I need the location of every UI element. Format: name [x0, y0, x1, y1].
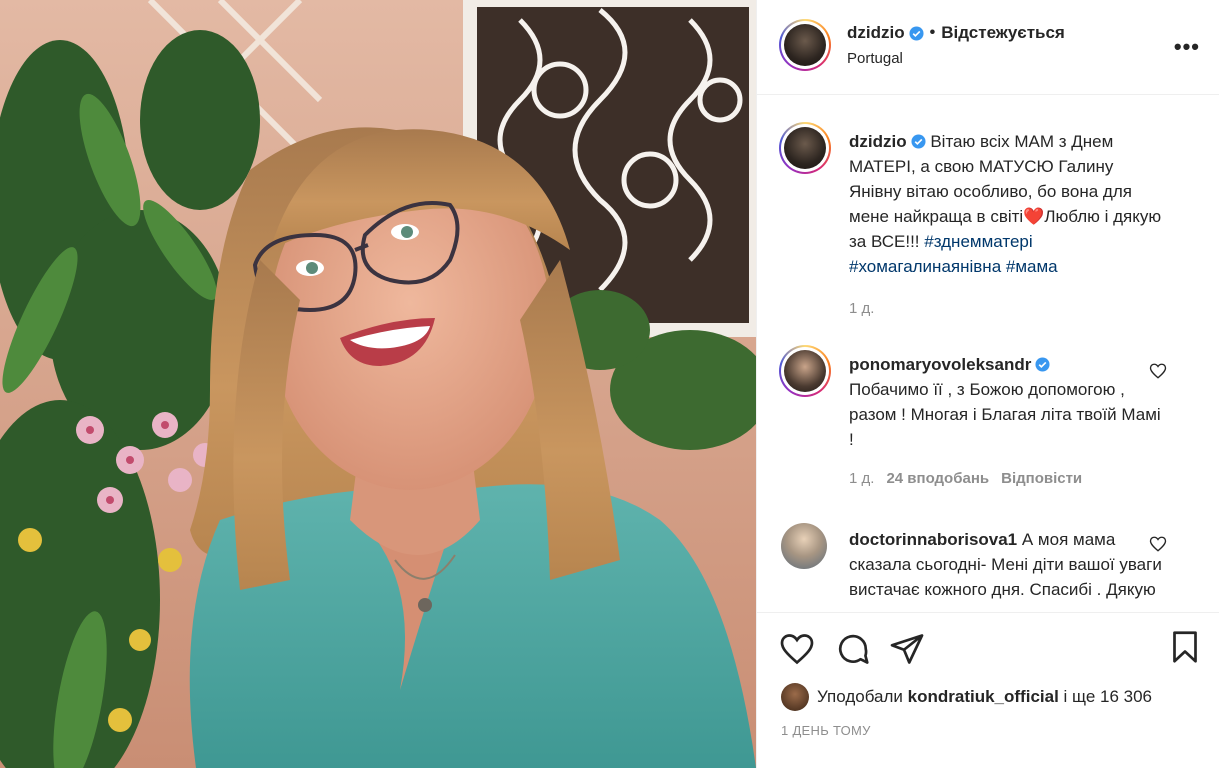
liker-avatar[interactable] — [781, 683, 809, 711]
post-date[interactable]: 1 ДЕНЬ ТОМУ — [781, 723, 871, 738]
like-heart-icon[interactable] — [779, 631, 815, 667]
comment-text: ponomaryovoleksandr Побачимо її , з Божо… — [849, 352, 1169, 452]
author-avatar[interactable] — [779, 19, 831, 71]
comments-list: dzidzio Вітаю всіх МАМ з Днем МАТЕРІ, а … — [757, 95, 1219, 612]
caption-avatar[interactable] — [779, 122, 831, 174]
likes-summary: Уподобали kondratiuk_official і ще 16 30… — [781, 683, 1152, 711]
header-title-row: dzidzio • Відстежується — [847, 23, 1065, 43]
liker-username[interactable]: kondratiuk_official — [908, 687, 1059, 707]
author-username[interactable]: dzidzio — [847, 23, 905, 43]
comment-time[interactable]: 1 д. — [849, 470, 874, 487]
post-side-panel: dzidzio • Відстежується Portugal ••• dzi… — [756, 0, 1219, 768]
more-icon[interactable]: ••• — [1174, 34, 1200, 60]
hashtag-link[interactable]: #зднемматері — [924, 232, 1032, 251]
commenter-avatar[interactable] — [779, 345, 831, 397]
verified-icon — [909, 25, 924, 41]
comment-likes[interactable]: 24 вподобань — [886, 470, 989, 487]
caption-username[interactable]: dzidzio — [849, 132, 907, 151]
caption-time[interactable]: 1 д. — [849, 300, 874, 317]
hashtag-link[interactable]: #хомагалинаянівна — [849, 257, 1001, 276]
verified-icon — [911, 134, 926, 149]
comment-meta: 1 д. 24 вподобань Відповісти — [849, 470, 1082, 487]
verified-icon — [1035, 357, 1050, 372]
heart-icon[interactable] — [1149, 535, 1167, 553]
comment-text: doctorinnaborisova1 А моя мама сказала с… — [849, 527, 1169, 612]
hashtag-link[interactable]: #мама — [1006, 257, 1058, 276]
commenter-username[interactable]: ponomaryovoleksandr — [849, 355, 1031, 374]
comment-body: Побачимо її , з Божою допомогою , разом … — [849, 380, 1161, 449]
follow-button[interactable]: Відстежується — [941, 23, 1065, 43]
commenter-username[interactable]: doctorinnaborisova1 — [849, 530, 1017, 549]
post-photo[interactable] — [0, 0, 756, 768]
commenter-avatar[interactable] — [781, 523, 827, 569]
reply-button[interactable]: Відповісти — [1001, 470, 1082, 487]
heart-emoji: ❤️ — [1023, 207, 1045, 226]
share-icon[interactable] — [889, 631, 925, 667]
post-actions: Уподобали kondratiuk_official і ще 16 30… — [757, 612, 1219, 768]
post-header: dzidzio • Відстежується Portugal ••• — [757, 0, 1219, 95]
bookmark-icon[interactable] — [1167, 629, 1203, 665]
location-link[interactable]: Portugal — [847, 50, 903, 67]
likes-suffix[interactable]: і ще 16 306 — [1064, 687, 1152, 707]
instagram-post-window: dzidzio • Відстежується Portugal ••• dzi… — [0, 0, 1219, 768]
heart-icon[interactable] — [1149, 362, 1167, 380]
dot-separator: • — [929, 24, 936, 41]
comment-icon[interactable] — [835, 631, 871, 667]
likes-prefix: Уподобали — [817, 687, 903, 706]
caption-text: dzidzio Вітаю всіх МАМ з Днем МАТЕРІ, а … — [849, 129, 1169, 279]
photo-illustration — [0, 0, 756, 768]
